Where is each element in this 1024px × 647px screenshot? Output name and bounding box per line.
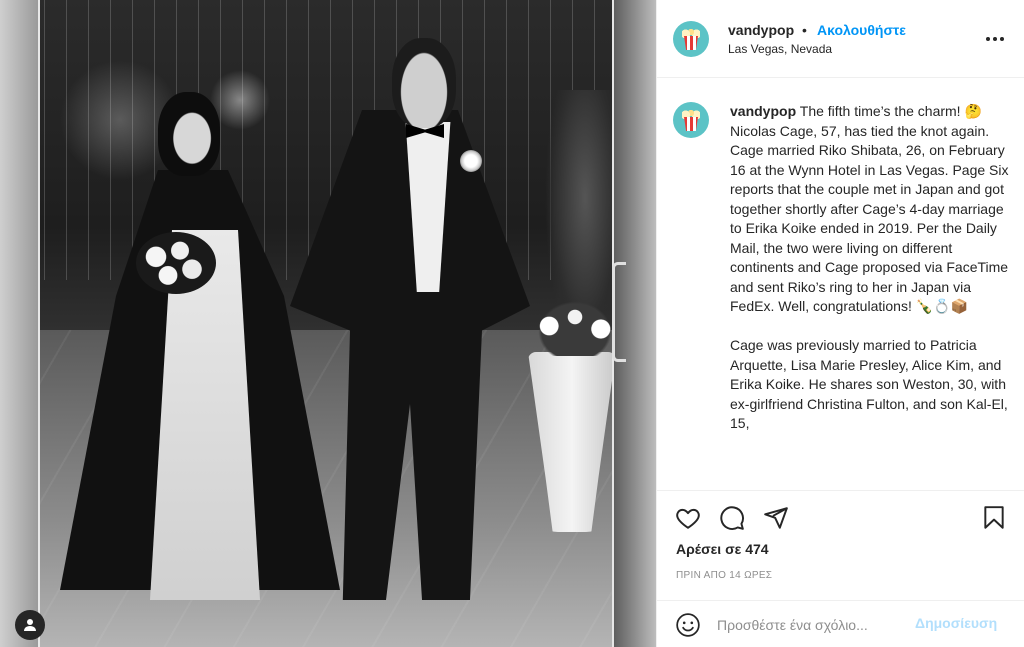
avatar[interactable]	[673, 21, 709, 57]
smiley-icon[interactable]	[675, 612, 701, 638]
caption-paragraph: Cage was previously married to Patricia …	[730, 337, 1008, 431]
publish-button[interactable]: Δημοσίευση	[915, 615, 997, 631]
popcorn-logo-icon	[682, 109, 700, 131]
post-side-panel: vandypop • Ακολουθήστε Las Vegas, Nevada…	[656, 0, 1024, 647]
follow-button[interactable]: Ακολουθήστε	[817, 22, 906, 38]
caption-text: The fifth time’s the charm! 🤔Nicolas Cag…	[730, 103, 1009, 314]
bookmark-icon[interactable]	[981, 505, 1007, 531]
more-options-icon[interactable]	[983, 29, 1007, 49]
post-timestamp[interactable]: ΠΡΙΝ ΑΠΟ 14 ΩΡΕΣ	[676, 570, 772, 581]
bride-head	[158, 92, 220, 176]
popcorn-logo-icon	[682, 28, 700, 50]
caption-area[interactable]: vandypop The fifth time’s the charm! 🤔Ni…	[657, 78, 1024, 490]
post-photo[interactable]	[0, 0, 656, 647]
bridal-bouquet	[136, 232, 216, 294]
comment-bar: Δημοσίευση	[657, 600, 1024, 647]
caption-paragraph: vandypop The fifth time’s the charm! 🤔Ni…	[730, 102, 1010, 317]
caption-username[interactable]: vandypop	[730, 103, 796, 119]
heart-icon[interactable]	[675, 505, 701, 531]
likes-count[interactable]: Αρέσει σε 474	[676, 541, 769, 557]
actions-bar: Αρέσει σε 474 ΠΡΙΝ ΑΠΟ 14 ΩΡΕΣ Δημοσίευσ…	[657, 490, 1024, 647]
door-handle	[612, 262, 626, 362]
boutonniere	[460, 150, 482, 172]
left-glass-door	[0, 0, 40, 647]
location-link[interactable]: Las Vegas, Nevada	[728, 42, 832, 56]
comment-input[interactable]	[717, 613, 947, 637]
groom-head	[392, 38, 456, 128]
comment-bubble-icon[interactable]	[719, 505, 745, 531]
avatar[interactable]	[673, 102, 709, 138]
separator-dot: •	[802, 22, 807, 38]
paper-plane-icon[interactable]	[763, 505, 789, 531]
header-username[interactable]: vandypop	[728, 22, 794, 38]
planter-flowers	[532, 296, 618, 356]
post-header: vandypop • Ακολουθήστε Las Vegas, Nevada	[657, 0, 1024, 78]
user-tag-icon[interactable]	[15, 610, 45, 640]
post-caption: vandypop The fifth time’s the charm! 🤔Ni…	[730, 102, 1010, 453]
